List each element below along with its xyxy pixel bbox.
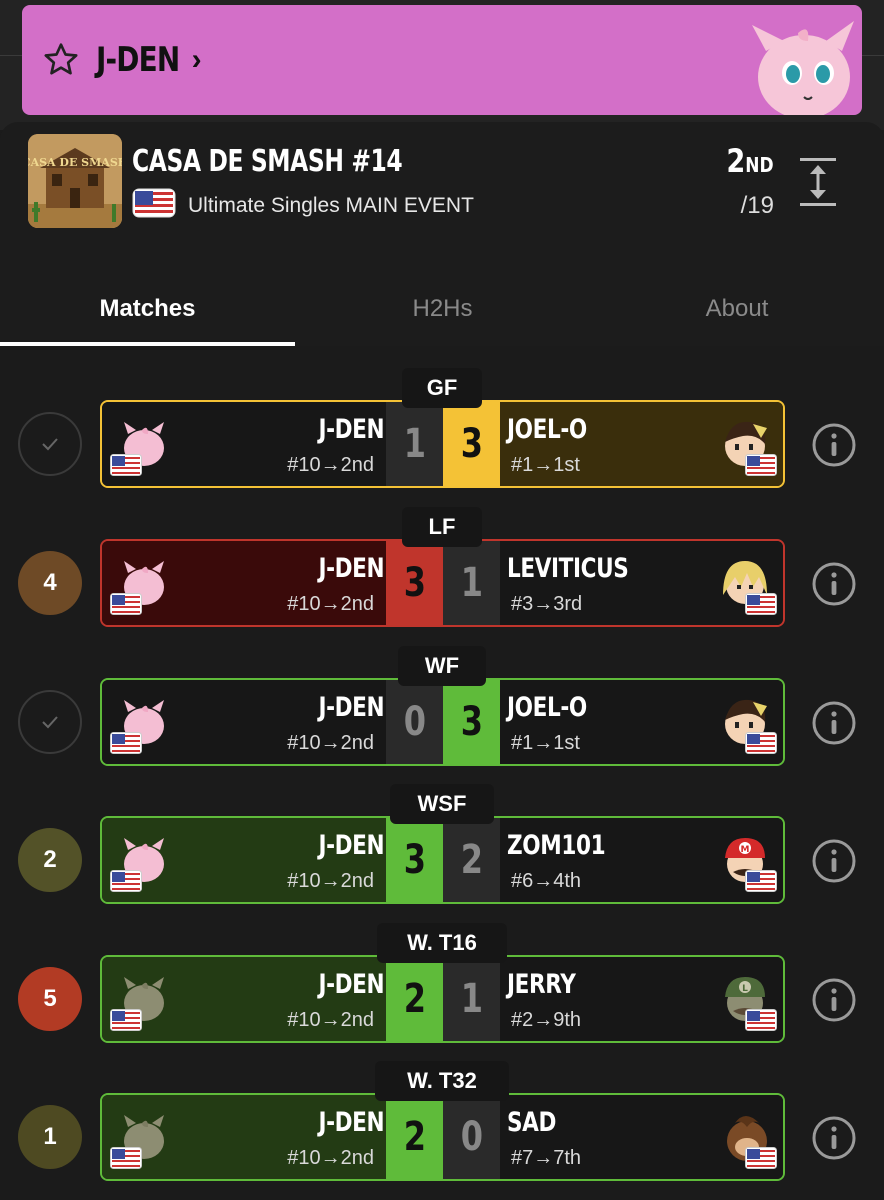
left-player-name: J-DEN <box>318 414 384 445</box>
upset-factor-badge: 2 <box>18 828 82 892</box>
check-icon <box>18 412 82 476</box>
chevron-right-icon[interactable]: › <box>192 43 202 77</box>
left-player-seed: #10→2nd <box>287 1009 374 1031</box>
left-score: 1 <box>386 402 443 486</box>
check-icon <box>18 690 82 754</box>
right-player-name: JERRY <box>507 969 576 1000</box>
star-icon[interactable] <box>40 39 82 81</box>
match-card[interactable]: J-DEN #10→2nd JOEL-O #1→1st 1 3 <box>100 400 785 488</box>
round-label: WSF <box>390 784 494 824</box>
right-player-name: LEVITICUS <box>507 553 629 584</box>
left-player-seed: #10→2nd <box>287 454 374 476</box>
match-row[interactable]: 5 J-DEN #10→2nd L JERRY #2→9th 2 1 W. T1… <box>0 923 884 1045</box>
right-score: 3 <box>443 402 500 486</box>
round-label: LF <box>402 507 482 547</box>
us-flag-icon <box>110 732 142 754</box>
left-score: 3 <box>386 818 443 902</box>
us-flag-icon <box>745 593 777 615</box>
right-player-seed: #6→4th <box>511 870 582 892</box>
left-player-seed: #10→2nd <box>287 1147 374 1169</box>
round-label: GF <box>402 368 482 408</box>
match-card[interactable]: J-DEN #10→2nd SAD #7→7th 2 0 <box>100 1093 785 1181</box>
right-score: 1 <box>443 541 500 625</box>
right-player-seed: #2→9th <box>511 1009 582 1031</box>
right-score: 0 <box>443 1095 500 1179</box>
us-flag-icon <box>132 188 176 218</box>
us-flag-icon <box>745 454 777 476</box>
info-icon[interactable] <box>811 1115 857 1161</box>
player-header[interactable]: J-DEN › <box>22 5 862 115</box>
right-player-seed: #7→7th <box>511 1147 582 1169</box>
player-name[interactable]: J-DEN <box>96 40 180 80</box>
right-player-name: SAD <box>507 1107 557 1138</box>
us-flag-icon <box>110 1147 142 1169</box>
left-player-name: J-DEN <box>318 969 384 1000</box>
svg-text:L: L <box>742 984 748 994</box>
round-label: W. T16 <box>377 923 507 963</box>
expand-icon[interactable] <box>798 156 838 208</box>
us-flag-icon <box>745 1147 777 1169</box>
us-flag-icon <box>110 454 142 476</box>
right-score: 2 <box>443 818 500 902</box>
round-label: WF <box>398 646 486 686</box>
match-row[interactable]: 1 J-DEN #10→2nd SAD #7→7th 2 0 W. T32 <box>0 1061 884 1183</box>
tab-active-indicator <box>0 342 295 346</box>
left-player-seed: #10→2nd <box>287 870 374 892</box>
info-icon[interactable] <box>811 422 857 468</box>
left-player-name: J-DEN <box>318 1107 384 1138</box>
upset-factor-badge: 5 <box>18 967 82 1031</box>
info-icon[interactable] <box>811 561 857 607</box>
left-player-name: J-DEN <box>318 553 384 584</box>
right-player-seed: #1→1st <box>511 732 580 754</box>
svg-text:M: M <box>741 845 750 855</box>
match-card[interactable]: J-DEN #10→2nd JOEL-O #1→1st 0 3 <box>100 678 785 766</box>
us-flag-icon <box>745 870 777 892</box>
right-player-name: ZOM101 <box>507 830 606 861</box>
event-logo-text: CASA DE SMASH <box>28 156 122 169</box>
right-player-name: JOEL-O <box>507 414 587 445</box>
event-logo: CASA DE SMASH <box>28 134 122 228</box>
match-card[interactable]: J-DEN #10→2nd LEVITICUS #3→3rd 3 1 <box>100 539 785 627</box>
us-flag-icon <box>110 870 142 892</box>
left-score: 0 <box>386 680 443 764</box>
left-score: 2 <box>386 1095 443 1179</box>
upset-factor-badge: 4 <box>18 551 82 615</box>
info-icon[interactable] <box>811 977 857 1023</box>
placing: 2ND <box>726 142 774 180</box>
left-player-seed: #10→2nd <box>287 593 374 615</box>
left-player-name: J-DEN <box>318 830 384 861</box>
left-player-seed: #10→2nd <box>287 732 374 754</box>
right-player-name: JOEL-O <box>507 692 587 723</box>
entrant-count: /19 <box>740 192 774 219</box>
info-icon[interactable] <box>811 700 857 746</box>
match-row[interactable]: J-DEN #10→2nd JOEL-O #1→1st 0 3 WF <box>0 646 884 768</box>
round-label: W. T32 <box>375 1061 509 1101</box>
tab-h2hs[interactable]: H2Hs <box>295 272 590 346</box>
upset-factor-badge: 1 <box>18 1105 82 1169</box>
left-player-name: J-DEN <box>318 692 384 723</box>
us-flag-icon <box>110 1009 142 1031</box>
tab-about[interactable]: About <box>590 272 884 346</box>
match-row[interactable]: J-DEN #10→2nd JOEL-O #1→1st 1 3 GF <box>0 368 884 490</box>
us-flag-icon <box>110 593 142 615</box>
us-flag-icon <box>745 1009 777 1031</box>
us-flag-icon <box>745 732 777 754</box>
info-icon[interactable] <box>811 838 857 884</box>
event-card: CASA DE SMASH CASA DE SMASH #14 Ultimate… <box>0 122 884 346</box>
tab-bar: Matches H2Hs About <box>0 272 884 346</box>
match-card[interactable]: J-DEN #10→2nd M ZOM101 #6→4th 3 2 <box>100 816 785 904</box>
match-card[interactable]: J-DEN #10→2nd L JERRY #2→9th 2 1 <box>100 955 785 1043</box>
tab-matches[interactable]: Matches <box>0 272 295 346</box>
match-row[interactable]: 4 J-DEN #10→2nd LEVITICUS #3→3rd 3 1 LF <box>0 507 884 629</box>
left-score: 2 <box>386 957 443 1041</box>
right-player-seed: #3→3rd <box>511 593 583 615</box>
right-player-seed: #1→1st <box>511 454 580 476</box>
jigglypuff-character-icon <box>752 21 854 115</box>
match-row[interactable]: 2 J-DEN #10→2nd M ZOM101 #6→4th 3 2 WSF <box>0 784 884 906</box>
right-score: 3 <box>443 680 500 764</box>
right-score: 1 <box>443 957 500 1041</box>
event-subtitle: Ultimate Singles MAIN EVENT <box>188 194 474 217</box>
event-title[interactable]: CASA DE SMASH #14 <box>132 144 403 179</box>
left-score: 3 <box>386 541 443 625</box>
